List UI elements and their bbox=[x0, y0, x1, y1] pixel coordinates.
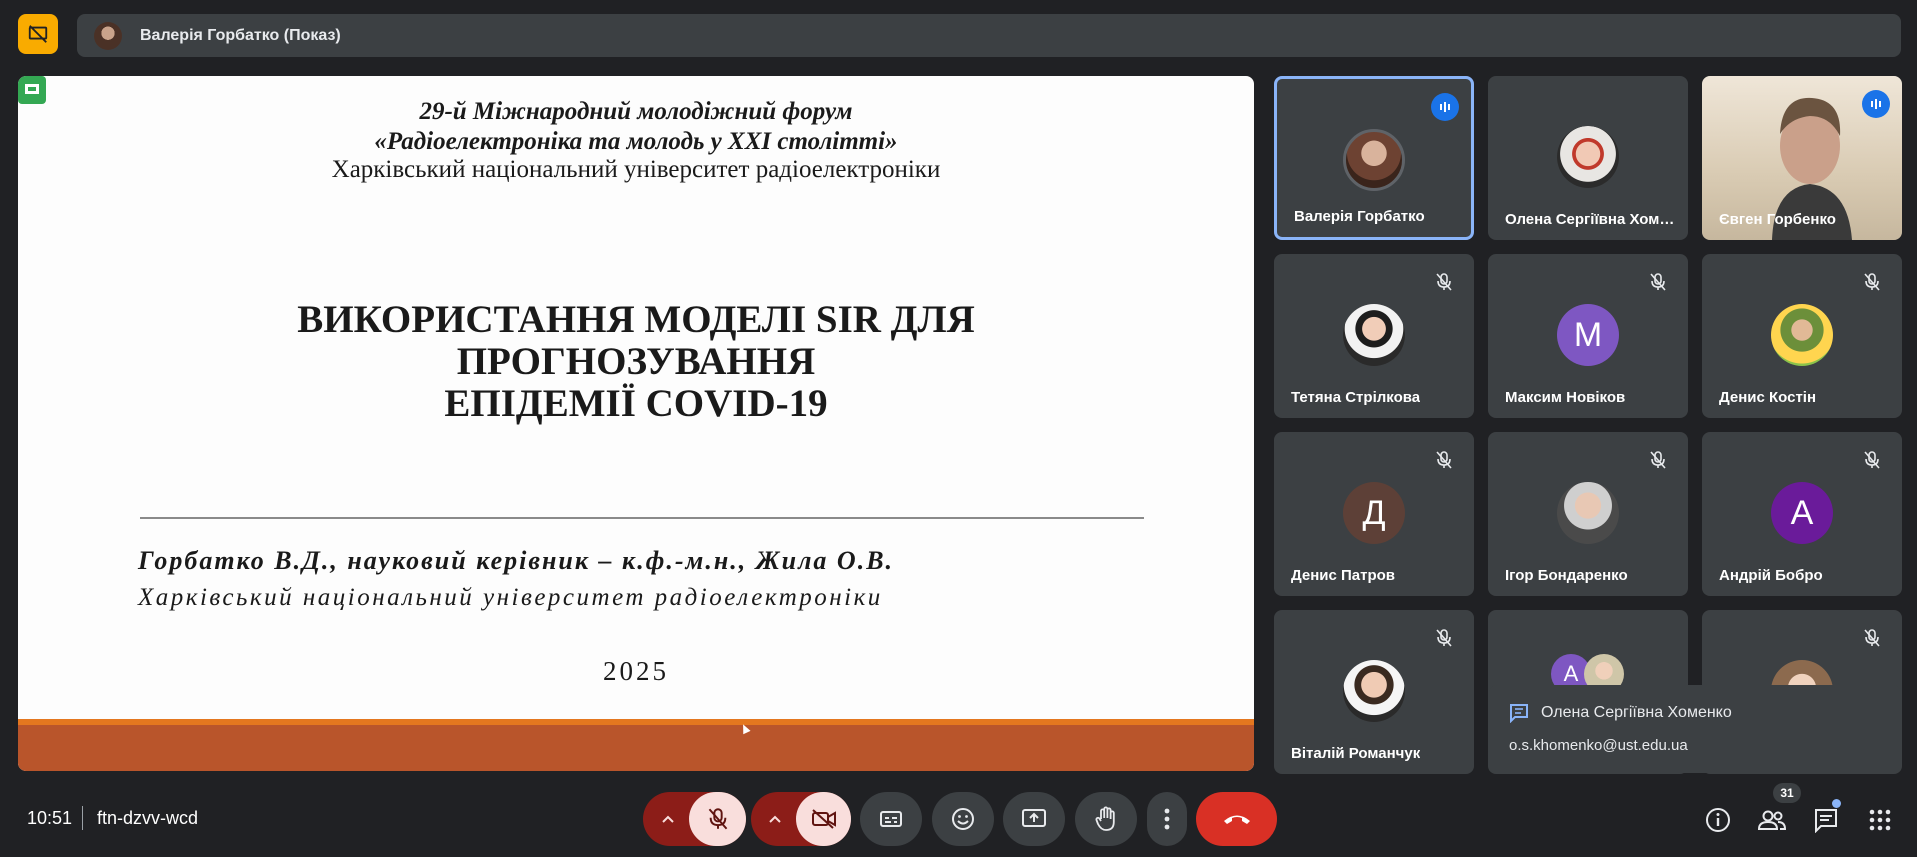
avatar bbox=[1557, 126, 1619, 188]
mic-off-icon bbox=[708, 808, 727, 830]
participant-tile[interactable]: Д Денис Патров bbox=[1274, 432, 1474, 596]
slide-forum-line2: «Радіоелектроніка та молодь у XXI століт… bbox=[374, 128, 898, 155]
avatar bbox=[1771, 304, 1833, 366]
meeting-details-button[interactable] bbox=[1702, 804, 1734, 836]
participant-tile[interactable]: Віталій Романчук bbox=[1274, 610, 1474, 774]
avatar bbox=[1343, 660, 1405, 722]
divider bbox=[82, 806, 83, 830]
participant-name: Андрій Бобро bbox=[1719, 567, 1823, 584]
mic-options-button[interactable] bbox=[643, 792, 693, 846]
avatar bbox=[1557, 482, 1619, 544]
participant-tile[interactable]: Тетяна Стрілкова bbox=[1274, 254, 1474, 418]
present-screen-button[interactable] bbox=[1003, 792, 1065, 846]
mic-off-icon bbox=[1646, 270, 1670, 294]
info-icon bbox=[1706, 808, 1730, 832]
participant-name: Валерія Горбатко bbox=[1294, 208, 1425, 225]
slide-divider bbox=[140, 517, 1144, 519]
participant-tile[interactable]: Валерія Горбатко bbox=[1274, 76, 1474, 240]
emoji-icon bbox=[952, 808, 974, 830]
participant-name: Тетяна Стрілкова bbox=[1291, 389, 1421, 406]
participant-name: Ігор Бондаренко bbox=[1505, 567, 1628, 584]
chat-message: o.s.khomenko@ust.edu.ua bbox=[1509, 737, 1688, 754]
unread-indicator bbox=[1832, 799, 1841, 808]
presented-slide: 29-й Міжнародний молодіжний форум «Радіо… bbox=[18, 76, 1254, 771]
slide-forum-line1: 29-й Міжнародний молодіжний форум bbox=[419, 98, 853, 125]
mic-off-icon bbox=[1646, 448, 1670, 472]
slide-title: ВИКОРИСТАННЯ МОДЕЛІ SIR ДЛЯ ПРОГНОЗУВАНН… bbox=[18, 299, 1254, 425]
chevron-up-icon bbox=[769, 815, 781, 823]
participant-tile[interactable]: Євген Горбенко bbox=[1702, 76, 1902, 240]
people-icon bbox=[1758, 810, 1786, 830]
presenter-label: Валерія Горбатко (Показ) bbox=[140, 26, 341, 44]
slide-university: Харківський національний університет рад… bbox=[331, 156, 941, 183]
more-options-button[interactable] bbox=[1147, 792, 1187, 846]
meeting-code: ftn-dzvv-wcd bbox=[97, 808, 199, 828]
chat-button[interactable] bbox=[1810, 804, 1842, 836]
participant-tile[interactable]: A Андрій Бобро bbox=[1702, 432, 1902, 596]
participant-name: Євген Горбенко bbox=[1719, 211, 1836, 228]
presenter-avatar bbox=[94, 21, 122, 50]
mic-off-icon bbox=[1860, 270, 1884, 294]
reactions-button[interactable] bbox=[932, 792, 994, 846]
chat-notification[interactable]: Олена Сергіївна Хоменко o.s.khomenko@ust… bbox=[1489, 685, 1901, 773]
avatar: A bbox=[1771, 482, 1833, 544]
slide-title-line3: ЕПІДЕМІЇ COVID-19 bbox=[444, 382, 828, 425]
avatar bbox=[1343, 304, 1405, 366]
mic-off-icon bbox=[1432, 626, 1456, 650]
captions-button[interactable] bbox=[860, 792, 922, 846]
participant-name: Олена Сергіївна Хоменко bbox=[1505, 211, 1675, 228]
participant-name: Денис Костін bbox=[1719, 389, 1817, 406]
slide-footer-band bbox=[18, 719, 1254, 771]
people-button[interactable] bbox=[1756, 804, 1788, 836]
participant-tile[interactable]: M Максим Новіков bbox=[1488, 254, 1688, 418]
chevron-up-icon bbox=[662, 815, 674, 823]
microphone-toggle-button[interactable] bbox=[689, 792, 746, 846]
presenter-bar[interactable]: Валерія Горбатко (Показ) bbox=[77, 14, 1901, 57]
avatar bbox=[1343, 129, 1405, 191]
apps-grid-icon bbox=[1869, 809, 1891, 831]
camera-options-button[interactable] bbox=[751, 792, 799, 846]
participant-tile[interactable]: Денис Костін bbox=[1702, 254, 1902, 418]
chat-sender: Олена Сергіївна Хоменко bbox=[1541, 704, 1732, 721]
mic-off-icon bbox=[1860, 448, 1884, 472]
slide-authors: Горбатко В.Д., науковий керівник – к.ф.-… bbox=[138, 546, 895, 575]
speaking-indicator-icon bbox=[1431, 93, 1459, 121]
meeting-clock: 10:51 bbox=[27, 808, 73, 828]
participant-name: Віталій Романчук bbox=[1291, 745, 1421, 762]
mic-off-icon bbox=[1432, 448, 1456, 472]
present-screen-icon bbox=[1022, 809, 1046, 827]
slide-title-line2: ПРОГНОЗУВАННЯ bbox=[456, 340, 816, 383]
hand-icon bbox=[1095, 806, 1115, 831]
slide-title-line1: ВИКОРИСТАННЯ МОДЕЛІ SIR ДЛЯ bbox=[297, 298, 975, 341]
participant-tile[interactable]: Олена Сергіївна Хоменко bbox=[1488, 76, 1688, 240]
mic-control-group bbox=[643, 792, 746, 846]
participant-name: Максим Новіков bbox=[1505, 389, 1626, 406]
raise-hand-button[interactable] bbox=[1075, 792, 1137, 846]
chat-icon bbox=[1510, 704, 1528, 723]
presentation-off-button[interactable] bbox=[18, 14, 58, 54]
mic-off-icon bbox=[1432, 270, 1456, 294]
more-vert-icon bbox=[1164, 808, 1170, 830]
leave-call-button[interactable] bbox=[1196, 792, 1277, 846]
slide-year: 2025 bbox=[603, 656, 669, 686]
participant-name: Денис Патров bbox=[1291, 567, 1396, 584]
avatar: Д bbox=[1343, 482, 1405, 544]
video-off-icon bbox=[811, 809, 836, 829]
slide-affiliation: Харківський національний університет рад… bbox=[138, 584, 883, 611]
speaking-indicator-icon bbox=[1862, 90, 1890, 118]
closed-captions-icon bbox=[880, 811, 902, 827]
camera-control-group bbox=[751, 792, 851, 846]
avatar: M bbox=[1557, 304, 1619, 366]
mic-off-icon bbox=[1860, 626, 1884, 650]
camera-toggle-button[interactable] bbox=[796, 792, 851, 846]
presentation-off-icon bbox=[28, 25, 48, 43]
call-end-icon bbox=[1223, 815, 1250, 824]
participant-count-badge: 31 bbox=[1773, 783, 1801, 803]
activities-button[interactable] bbox=[1864, 804, 1896, 836]
participant-tile[interactable]: Ігор Бондаренко bbox=[1488, 432, 1688, 596]
chat-icon bbox=[1815, 809, 1837, 833]
